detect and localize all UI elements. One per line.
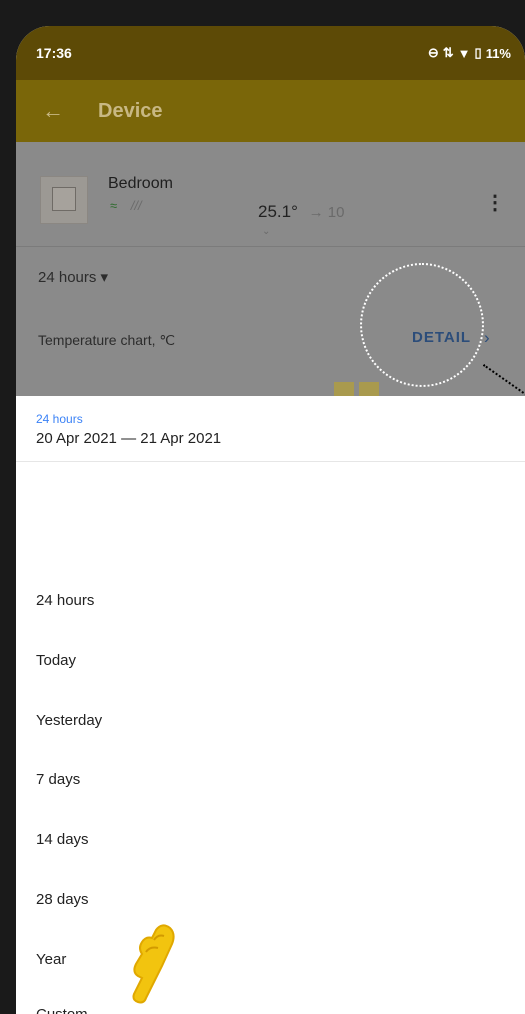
device-name: Bedroom [108,175,173,192]
option-7-days[interactable]: 7 days [36,771,80,788]
option-28-days[interactable]: 28 days [36,891,89,908]
app-bar: ← Device [16,80,525,142]
chart-bar [334,382,354,396]
heating-icon: /// [130,198,142,213]
battery-level: 11% [485,45,511,61]
chevron-right-icon[interactable]: › [484,328,490,348]
period-select[interactable]: 24 hours ▾ [38,268,108,286]
target-temperature: → 10 [308,204,345,221]
back-arrow-icon[interactable]: ← [42,98,98,124]
chart-label: Temperature chart, ℃ [38,332,176,348]
more-vert-icon[interactable]: ⋮ [485,190,505,215]
option-custom[interactable]: Custom... [36,1006,100,1014]
sheet-date-range: 20 Apr 2021 — 21 Apr 2021 [36,430,222,447]
battery-icon: ▯ [474,45,482,60]
status-icons: ⊖ ⇅ ▼ ▯ 11% [428,45,511,61]
wifi-signal-icon: ▼ [457,45,471,61]
phone-frame: 17:36 ⊖ ⇅ ▼ ▯ 11% ← Device Bedroom ≈ /// [0,0,525,1014]
device-row[interactable]: Bedroom ≈ /// 25.1° → 10 ⌄ ⋮ [16,142,525,247]
status-time: 17:36 [36,45,72,61]
chart-area [16,380,525,396]
option-14-days[interactable]: 14 days [36,831,89,848]
expand-chevron-icon[interactable]: ⌄ [262,226,270,237]
screen: 17:36 ⊖ ⇅ ▼ ▯ 11% ← Device Bedroom ≈ /// [16,26,525,1014]
current-temperature: 25.1° [258,202,298,221]
option-yesterday[interactable]: Yesterday [36,712,102,729]
page-title: Device [98,99,163,122]
dnd-icon: ⊖ [427,45,439,60]
device-temperature: 25.1° → 10 [258,202,344,222]
charge-icon: ⇅ [442,45,454,60]
wifi-icon: ≈ [110,198,118,213]
thermostat-image [40,176,88,224]
highlight-circle [360,263,484,387]
option-year[interactable]: Year [36,951,66,968]
option-today[interactable]: Today [36,652,76,669]
chart-bar [359,382,379,396]
period-bottom-sheet: 24 hours 20 Apr 2021 — 21 Apr 2021 24 ho… [16,396,525,1014]
sheet-subtitle: 24 hours [36,412,83,426]
sheet-header: 24 hours 20 Apr 2021 — 21 Apr 2021 [16,396,525,462]
status-bar: 17:36 ⊖ ⇅ ▼ ▯ 11% [16,26,525,80]
option-24-hours[interactable]: 24 hours [36,592,94,609]
pointing-hand-icon [132,924,175,1004]
device-status-icons: ≈ /// [110,198,142,213]
